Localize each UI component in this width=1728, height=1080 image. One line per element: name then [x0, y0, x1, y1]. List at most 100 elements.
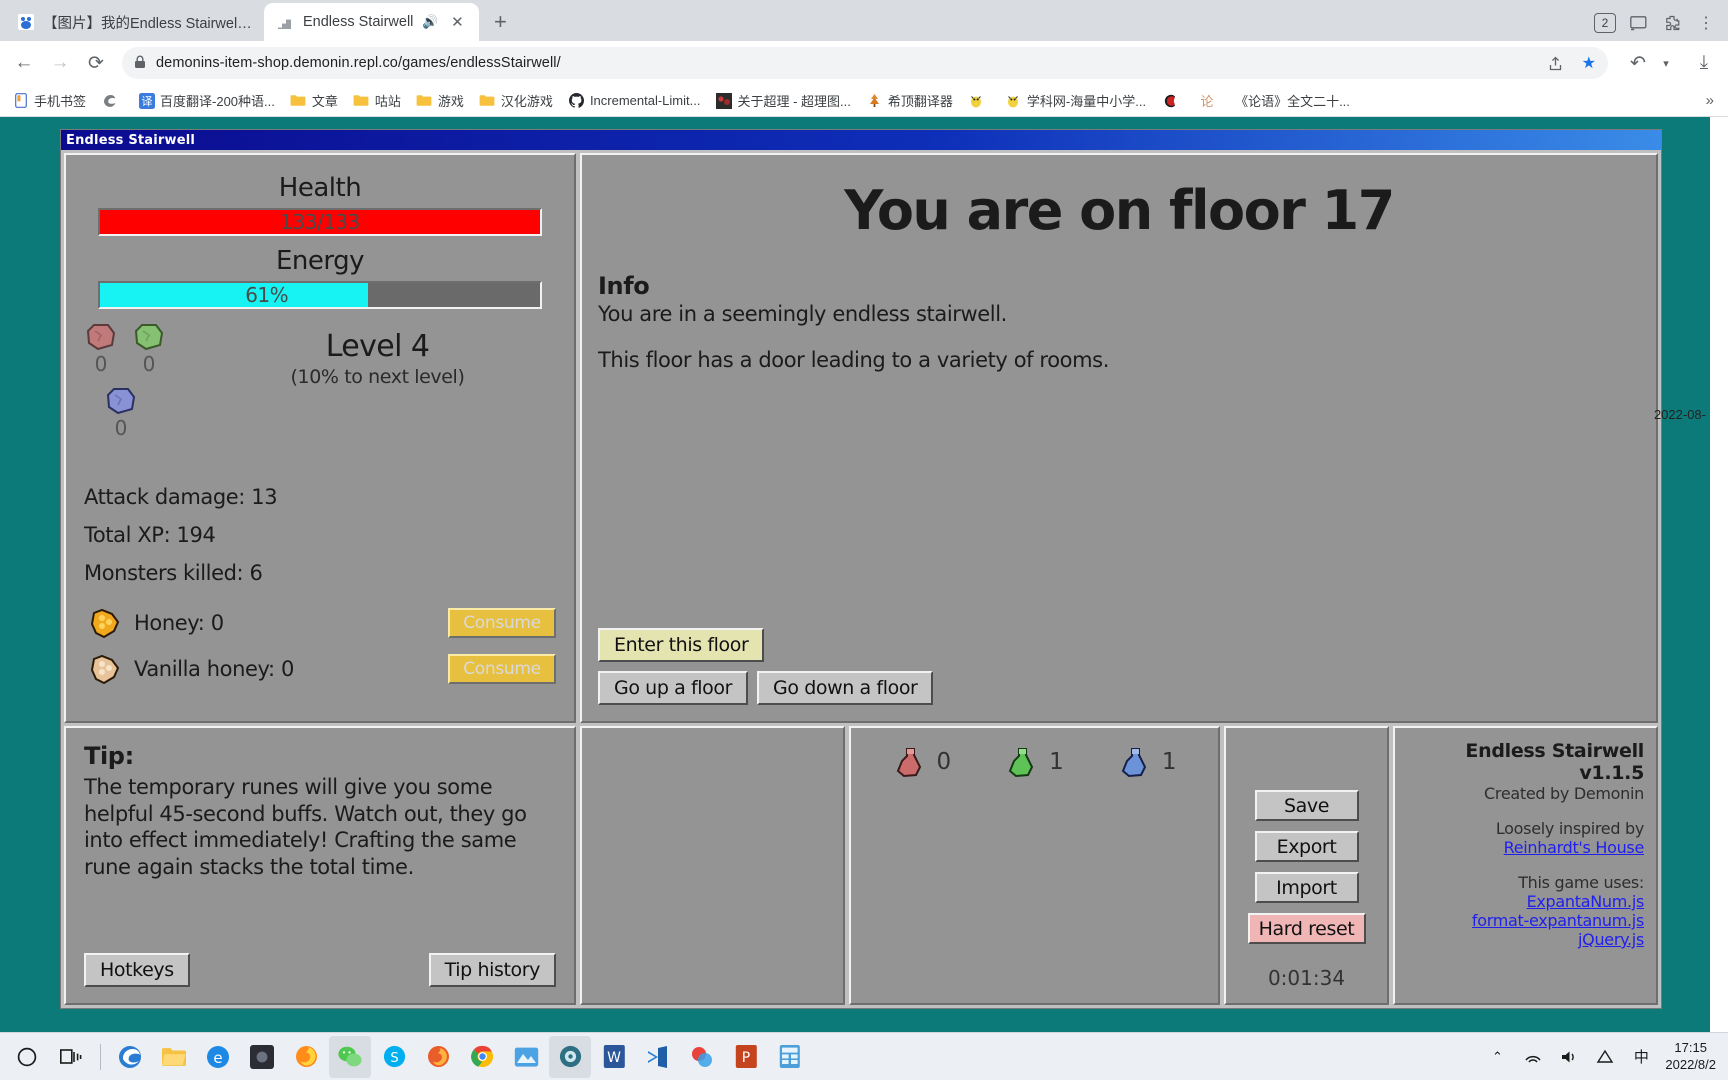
photos-icon[interactable] — [505, 1036, 547, 1078]
chrome-icon[interactable] — [461, 1036, 503, 1078]
hard-reset-button[interactable]: Hard reset — [1247, 913, 1366, 944]
folder-icon — [353, 92, 370, 109]
reinhardts-house-link[interactable]: Reinhardt's House — [1407, 838, 1645, 857]
rune-cell-red[interactable]: 0 — [84, 323, 118, 375]
ime-label[interactable]: 中 — [1629, 1045, 1653, 1069]
star-filled-icon[interactable]: ★ — [1582, 53, 1596, 73]
save-button[interactable]: Save — [1254, 790, 1359, 821]
window-menu-icon[interactable]: ⋮ — [1694, 11, 1718, 35]
address-bar[interactable]: demonins-item-shop.demonin.repl.co/games… — [122, 47, 1608, 79]
powerpoint-icon[interactable]: P — [725, 1036, 767, 1078]
browser-tab-0[interactable]: 【图片】我的Endless Stairwell速通 — [4, 3, 264, 41]
tip-buttons: Hotkeys Tip history — [84, 953, 556, 989]
energy-label: Energy — [275, 246, 365, 276]
info-line-1: You are in a seemingly endless stairwell… — [598, 302, 1007, 326]
chevron-down-icon[interactable]: ▾ — [1650, 47, 1682, 79]
calculator-icon[interactable] — [769, 1036, 811, 1078]
bookmark-item[interactable]: 《论语》全文二十... — [1229, 88, 1356, 113]
bookmark-item[interactable]: Incremental-Limit... — [562, 89, 707, 112]
volume-icon[interactable] — [1557, 1045, 1581, 1069]
bookmark-item[interactable] — [962, 89, 996, 112]
task-view-icon[interactable] — [50, 1036, 92, 1078]
close-icon[interactable]: ✕ — [447, 12, 467, 32]
enter-this-floor-button[interactable]: Enter this floor — [598, 628, 765, 662]
expantanum-link[interactable]: ExpantaNum.js — [1407, 892, 1645, 911]
taskbar-clock[interactable]: 17:15 2022/8/2 — [1665, 1040, 1716, 1073]
bookmarks-overflow-button[interactable]: » — [1698, 92, 1722, 109]
export-button[interactable]: Export — [1254, 831, 1359, 862]
back-icon[interactable]: ← — [8, 47, 40, 79]
rune-row-bottom: 0 — [84, 387, 199, 439]
wechat-icon[interactable] — [329, 1035, 371, 1078]
download-icon[interactable]: ⤓ — [1688, 47, 1720, 79]
new-tab-button[interactable]: + — [485, 7, 515, 37]
chevron-up-icon[interactable]: ⌃ — [1485, 1045, 1509, 1069]
rune-row-top: 0 0 — [84, 323, 199, 375]
colors-icon[interactable] — [681, 1036, 723, 1078]
bookmark-item[interactable]: 学科网-海量中小学... — [999, 88, 1152, 113]
bookmark-label: 百度翻译-200种语... — [160, 94, 275, 109]
game-icon[interactable] — [549, 1035, 591, 1078]
svg-text:P: P — [741, 1050, 749, 1066]
consume-honey-button[interactable]: Consume — [448, 608, 556, 638]
browser-tab-1[interactable]: Endless Stairwell 🔊 ✕ — [264, 3, 480, 41]
import-button[interactable]: Import — [1254, 872, 1359, 903]
bookmark-item[interactable]: 咕站 — [347, 88, 407, 113]
potion-cell-red[interactable]: 0 — [893, 746, 951, 778]
page-viewport: Endless Stairwell Health 133/133 Energy — [0, 117, 1728, 1032]
health-label: Health — [278, 173, 362, 203]
bookmark-label: 《论语》全文二十... — [1235, 94, 1350, 109]
rune-cell-blue[interactable]: 0 — [104, 387, 138, 439]
go-up-a-floor-button[interactable]: Go up a floor — [598, 671, 749, 705]
bookmark-item[interactable]: 译 百度翻译-200种语... — [132, 88, 281, 113]
start-circle-icon[interactable] — [6, 1036, 48, 1078]
dark-app-icon[interactable] — [241, 1036, 283, 1078]
jquery-link[interactable]: jQuery.js — [1407, 930, 1644, 949]
consume-vanilla-honey-button[interactable]: Consume — [448, 654, 556, 684]
bookmark-label: 汉化游戏 — [500, 94, 553, 109]
rune-count: 0 — [114, 416, 128, 440]
bookmark-item[interactable]: 汉化游戏 — [473, 88, 559, 113]
bookmark-item[interactable]: 论 — [1192, 89, 1226, 112]
share-icon[interactable] — [1544, 51, 1568, 75]
reload-icon[interactable]: ⟳ — [80, 47, 112, 79]
tab-count-badge[interactable]: 2 — [1594, 13, 1616, 33]
level-title: Level 4 — [325, 329, 430, 364]
bird-icon — [1005, 92, 1022, 109]
potion-cell-blue[interactable]: 1 — [1118, 746, 1176, 778]
bookmark-item[interactable] — [1155, 89, 1189, 112]
tip-history-button[interactable]: Tip history — [428, 953, 556, 987]
vscode-icon[interactable] — [637, 1036, 679, 1078]
skype-icon[interactable]: S — [373, 1036, 415, 1078]
ime-status-icon[interactable] — [1593, 1045, 1617, 1069]
rune-cell-green[interactable]: 0 — [132, 323, 166, 375]
firefox-icon[interactable] — [285, 1036, 327, 1078]
potion-cell-green[interactable]: 1 — [1005, 746, 1064, 778]
edge-icon[interactable] — [109, 1036, 151, 1078]
hotkeys-button[interactable]: Hotkeys — [84, 953, 190, 987]
bookmark-item[interactable]: 关于超理 - 超理图... — [709, 88, 856, 113]
floor-actions: Enter this floor Go up a floor Go down a… — [598, 628, 1640, 711]
bookmark-item[interactable]: 游戏 — [410, 88, 470, 113]
extensions-icon[interactable] — [1660, 11, 1684, 35]
page-right-scroll-strip[interactable] — [1710, 117, 1728, 1032]
bookmark-item[interactable]: 文章 — [284, 88, 344, 113]
forward-icon[interactable]: → — [44, 47, 76, 79]
go-down-a-floor-button[interactable]: Go down a floor — [757, 671, 934, 705]
network-icon[interactable] — [1521, 1045, 1545, 1069]
bookmark-item[interactable] — [95, 89, 129, 112]
site-icon — [715, 92, 732, 109]
svg-text:W: W — [607, 1050, 621, 1066]
rune-count: 0 — [142, 352, 156, 376]
tree-icon — [866, 92, 883, 109]
bookmark-item[interactable]: 希顶翻译器 — [860, 88, 959, 113]
word-icon[interactable]: W — [593, 1036, 635, 1078]
file-explorer-icon[interactable] — [153, 1036, 195, 1078]
edge-legacy-icon[interactable]: e — [197, 1036, 239, 1078]
format-expantanum-link[interactable]: format-expantanum.js — [1407, 911, 1644, 930]
firefox-alt-icon[interactable] — [417, 1036, 459, 1078]
bookmark-item[interactable]: 手机书签 — [6, 88, 92, 113]
tab-audio-icon[interactable]: 🔊 — [421, 14, 439, 30]
cast-icon[interactable] — [1626, 11, 1650, 35]
bookmark-label: 学科网-海量中小学... — [1026, 94, 1147, 109]
